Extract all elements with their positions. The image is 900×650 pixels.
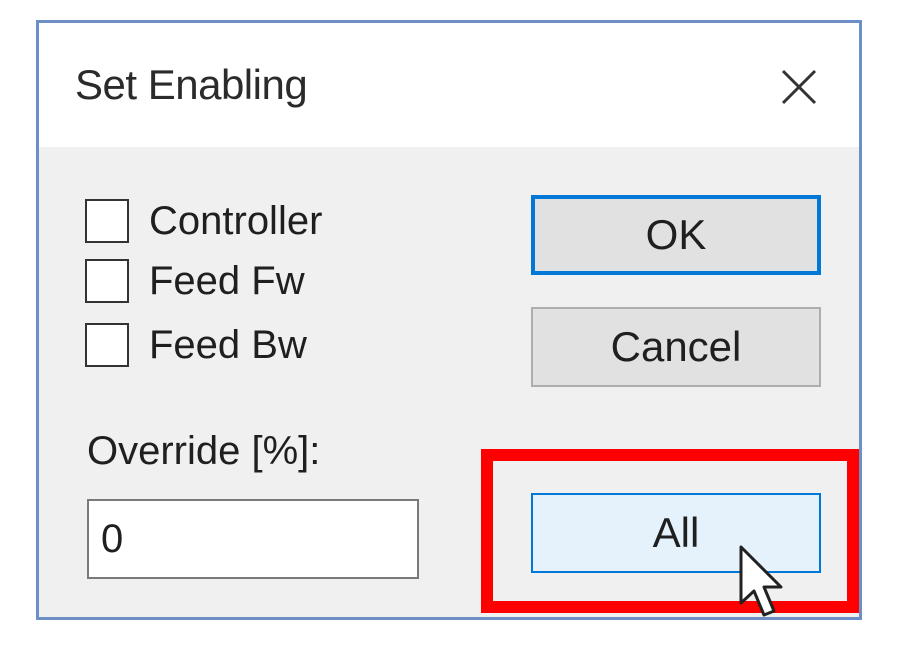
set-enabling-dialog: Set Enabling Controller Feed Fw Feed Bw … xyxy=(36,20,862,620)
feed-fw-label: Feed Fw xyxy=(149,258,305,303)
cancel-button[interactable]: Cancel xyxy=(531,307,821,387)
close-button[interactable] xyxy=(769,57,829,117)
feed-bw-checkbox-row[interactable]: Feed Bw xyxy=(85,319,307,371)
feed-bw-label: Feed Bw xyxy=(149,322,307,367)
feed-bw-checkbox[interactable] xyxy=(85,323,129,367)
feed-fw-checkbox-row[interactable]: Feed Fw xyxy=(85,255,305,307)
ok-button[interactable]: OK xyxy=(531,195,821,275)
override-label: Override [%]: xyxy=(87,429,321,473)
override-input[interactable] xyxy=(87,499,419,579)
title-bar: Set Enabling xyxy=(39,23,859,147)
dialog-title: Set Enabling xyxy=(75,61,308,108)
controller-checkbox-row[interactable]: Controller xyxy=(85,195,322,247)
controller-checkbox[interactable] xyxy=(85,199,129,243)
controller-label: Controller xyxy=(149,198,323,243)
feed-fw-checkbox[interactable] xyxy=(85,259,129,303)
close-icon xyxy=(781,69,817,105)
all-button[interactable]: All xyxy=(531,493,821,573)
